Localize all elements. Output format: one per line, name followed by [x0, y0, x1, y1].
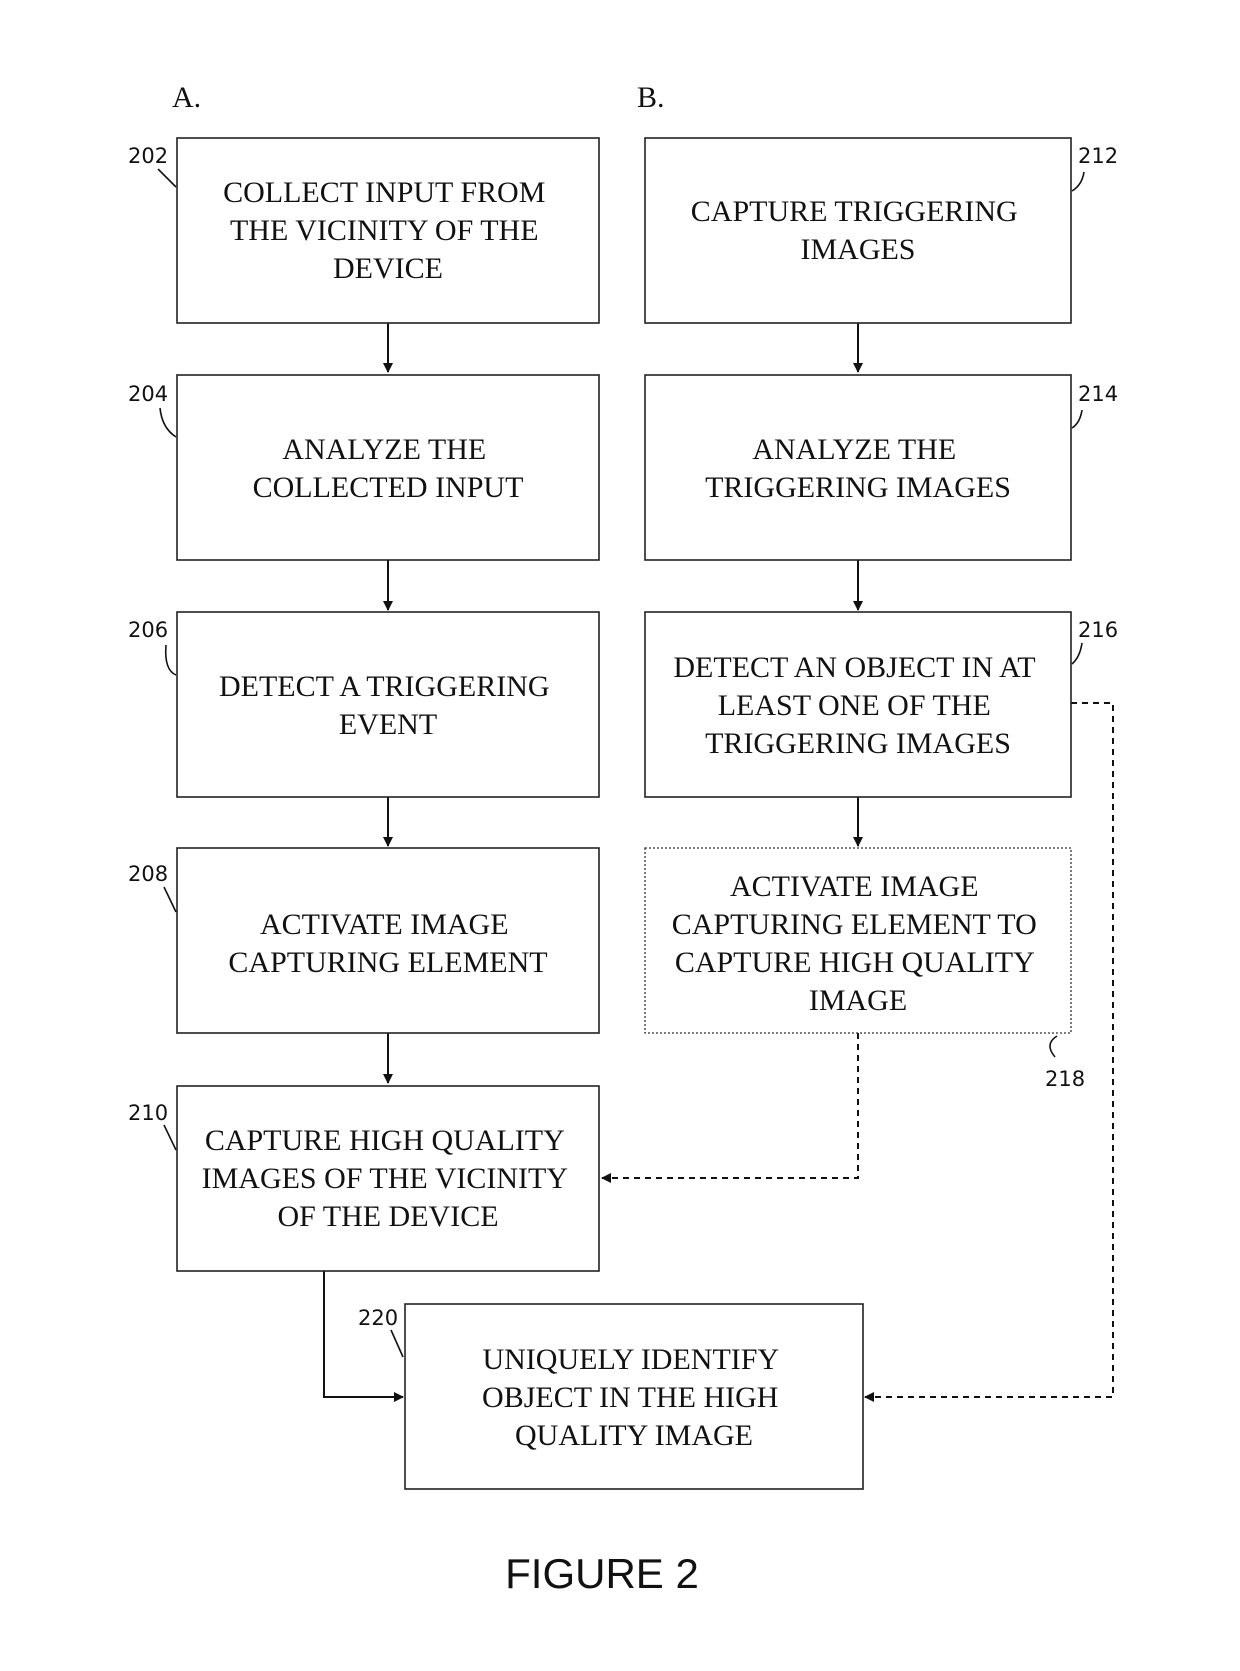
ref-204: 204 [128, 382, 168, 406]
leader-212 [1071, 171, 1085, 192]
box-216: DETECT AN OBJECT IN AT LEAST ONE OF THE … [644, 611, 1118, 798]
leader-214 [1071, 409, 1083, 429]
column-label-b: B. [637, 81, 665, 114]
box-214: ANALYZE THE TRIGGERING IMAGES 214 [644, 374, 1118, 561]
box-216-text: DETECT AN OBJECT IN AT LEAST ONE OF THE … [673, 651, 1042, 760]
box-206: DETECT A TRIGGERING EVENT 206 [128, 611, 600, 798]
ref-210: 210 [128, 1101, 168, 1125]
ref-206: 206 [128, 618, 168, 642]
leader-202 [157, 168, 177, 188]
leader-206 [164, 644, 177, 676]
ref-220: 220 [358, 1306, 398, 1330]
box-208: ACTIVATE IMAGE CAPTURING ELEMENT 208 [128, 847, 600, 1034]
ref-212: 212 [1078, 144, 1118, 168]
column-label-a: A. [172, 81, 201, 114]
box-220-text: UNIQUELY IDENTIFY OBJECT IN THE HIGH QUA… [482, 1343, 786, 1452]
leader-204 [159, 407, 177, 438]
dashed-arrow-216-220 [864, 702, 1114, 1402]
ref-208: 208 [128, 862, 168, 886]
ref-214: 214 [1078, 382, 1118, 406]
ref-202: 202 [128, 144, 168, 168]
ref-216: 216 [1078, 618, 1118, 642]
leader-210 [163, 1124, 177, 1151]
box-204: ANALYZE THE COLLECTED INPUT 204 [128, 374, 600, 561]
box-210: CAPTURE HIGH QUALITY IMAGES OF THE VICIN… [128, 1085, 600, 1272]
leader-216 [1071, 642, 1083, 665]
leader-218 [1049, 1035, 1058, 1058]
figure-title: FIGURE 2 [505, 1550, 699, 1597]
arrow-210-220 [323, 1271, 404, 1402]
box-202: COLLECT INPUT FROM THE VICINITY OF THE D… [128, 137, 600, 324]
leader-220 [390, 1329, 404, 1358]
ref-218: 218 [1045, 1067, 1085, 1091]
flowchart-diagram: A. B. COLLECT INPUT FROM THE VICINITY OF… [128, 81, 1118, 1597]
box-220: UNIQUELY IDENTIFY OBJECT IN THE HIGH QUA… [358, 1303, 864, 1490]
leader-208 [163, 886, 177, 913]
box-218: ACTIVATE IMAGE CAPTURING ELEMENT TO CAPT… [644, 847, 1085, 1091]
box-212: CAPTURE TRIGGERING IMAGES 212 [644, 137, 1118, 324]
dashed-arrow-218-210 [601, 1033, 859, 1183]
